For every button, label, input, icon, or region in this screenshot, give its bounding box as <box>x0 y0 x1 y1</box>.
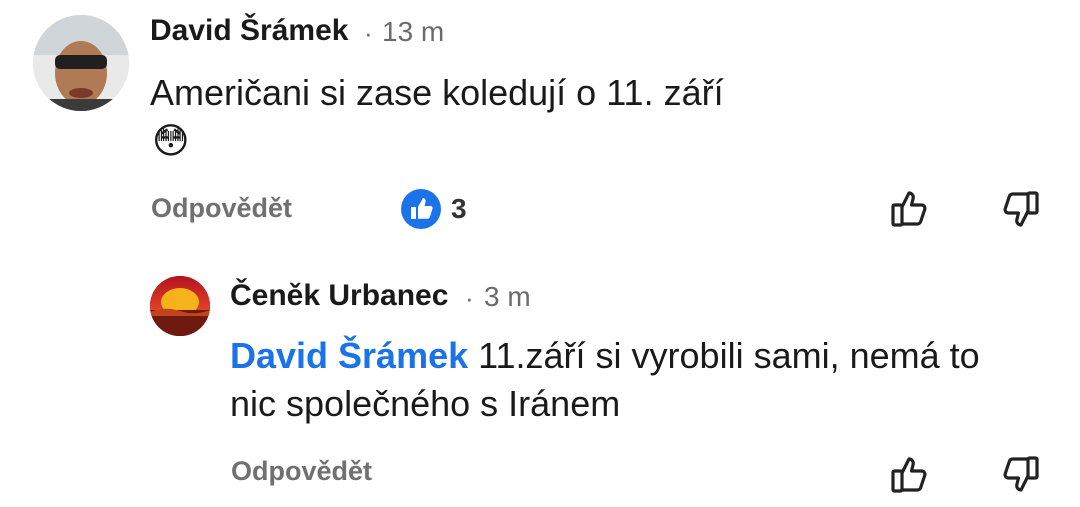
reply-separator: · <box>465 283 474 313</box>
thumbs-up-icon[interactable] <box>888 186 932 230</box>
reply-button[interactable]: Odpovědět <box>151 193 292 224</box>
reply-time: 3 m <box>484 281 531 312</box>
reply-text-line2: nic společného s Iránem <box>230 383 621 424</box>
flushed-emoji-icon: 😳 <box>152 120 190 161</box>
comment-time: 13 m <box>382 16 445 47</box>
reply-text-content: 11.září si vyrobili sami, nemá to <box>478 335 980 376</box>
reply-mention[interactable]: David Šrámek <box>230 335 468 376</box>
avatar-cenek[interactable] <box>150 276 210 336</box>
header-separator: · <box>364 18 373 48</box>
like-badge-icon <box>400 188 442 230</box>
comment-author[interactable]: David Šrámek <box>150 14 348 48</box>
thumbs-down-icon[interactable] <box>998 188 1042 232</box>
sunset-avatar-icon <box>150 276 210 336</box>
avatar-photo-icon <box>33 15 129 111</box>
reply-reply-button[interactable]: Odpovědět <box>231 456 372 487</box>
avatar-david[interactable] <box>33 15 129 111</box>
comment-text: Američani si zase koledují o 11. září <box>150 72 724 113</box>
reply-author[interactable]: Čeněk Urbanec <box>230 279 448 313</box>
text-overflow-fade <box>1050 330 1080 385</box>
reply-thumbs-up-icon[interactable] <box>888 452 932 496</box>
reply-thumbs-down-icon[interactable] <box>998 453 1042 497</box>
like-count: 3 <box>451 193 467 224</box>
reply-text-line1: David Šrámek 11.září si vyrobili sami, n… <box>230 333 980 378</box>
